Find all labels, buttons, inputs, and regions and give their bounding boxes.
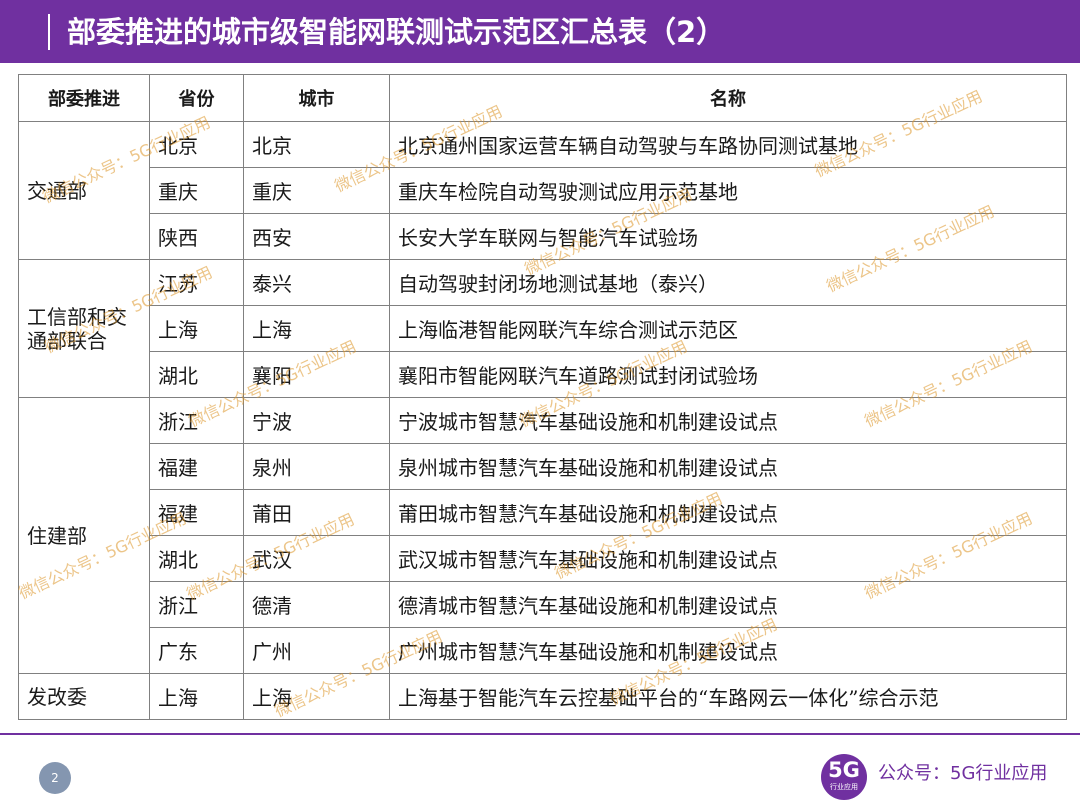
table-row: 交通部 北京 北京 北京通州国家运营车辆自动驾驶与车路协同测试基地 (18, 121, 1067, 260)
footer-account-label: 公众号：5G行业应用 (878, 763, 1048, 784)
city-cell: 武汉 (243, 535, 390, 582)
ministry-cell: 发改委 (18, 673, 150, 720)
province-cell: 湖北 (149, 351, 244, 398)
table-row: 广东 广州 广州城市智慧汽车基础设施和机制建设试点 (19, 627, 1067, 674)
city-cell: 德清 (243, 581, 390, 628)
table-row: 湖北 襄阳 襄阳市智能网联汽车道路测试封闭试验场 (19, 351, 1067, 398)
city-cell: 襄阳 (243, 351, 390, 398)
title-divider (48, 14, 50, 50)
province-cell: 浙江 (149, 581, 244, 628)
province-cell: 重庆 (149, 167, 244, 214)
city-cell: 莆田 (243, 489, 390, 536)
table-row: 浙江 德清 德清城市智慧汽车基础设施和机制建设试点 (19, 581, 1067, 628)
title-bar: 部委推进的城市级智能网联测试示范区汇总表（2） (0, 0, 1080, 63)
province-cell: 广东 (149, 627, 244, 674)
column-header-ministry: 部委推进 (18, 74, 150, 122)
column-header-province: 省份 (149, 74, 244, 122)
site-name-cell: 泉州城市智慧汽车基础设施和机制建设试点 (389, 443, 1067, 490)
province-cell: 北京 (149, 121, 244, 168)
province-cell: 湖北 (149, 535, 244, 582)
table-row: 陕西 西安 长安大学车联网与智能汽车试验场 (19, 213, 1067, 260)
site-name-cell: 广州城市智慧汽车基础设施和机制建设试点 (389, 627, 1067, 674)
site-name-cell: 上海临港智能网联汽车综合测试示范区 (389, 305, 1067, 352)
city-cell: 广州 (243, 627, 390, 674)
city-cell: 泉州 (243, 443, 390, 490)
table-row: 工信部和交通部联合 江苏 泰兴 自动驾驶封闭场地测试基地（泰兴） (18, 259, 1067, 398)
site-name-cell: 德清城市智慧汽车基础设施和机制建设试点 (389, 581, 1067, 628)
site-name-cell: 襄阳市智能网联汽车道路测试封闭试验场 (389, 351, 1067, 398)
ministry-cell: 交通部 (18, 121, 150, 260)
table-row: 住建部 浙江 宁波 宁波城市智慧汽车基础设施和机制建设试点 (18, 397, 1067, 674)
table-row: 福建 泉州 泉州城市智慧汽车基础设施和机制建设试点 (19, 443, 1067, 490)
province-cell: 上海 (149, 673, 244, 720)
table-row: 福建 莆田 莆田城市智慧汽车基础设施和机制建设试点 (19, 489, 1067, 536)
footer-divider (0, 733, 1080, 735)
column-header-name: 名称 (389, 74, 1067, 122)
site-name-cell: 武汉城市智慧汽车基础设施和机制建设试点 (389, 535, 1067, 582)
city-cell: 上海 (243, 673, 390, 720)
logo-subtext: 行业应用 (830, 783, 858, 791)
city-cell: 上海 (243, 305, 390, 352)
site-name-cell: 宁波城市智慧汽车基础设施和机制建设试点 (389, 397, 1067, 444)
brand-logo: 5G 行业应用 (821, 754, 867, 800)
province-cell: 江苏 (149, 259, 244, 306)
ministry-cell: 住建部 (18, 397, 150, 674)
page-title: 部委推进的城市级智能网联测试示范区汇总表（2） (67, 15, 726, 49)
summary-table: 部委推进 省份 城市 名称 交通部 北京 北京 北京通州国家运营车辆自动驾驶与车… (18, 74, 1067, 720)
city-cell: 西安 (243, 213, 390, 260)
province-cell: 陕西 (149, 213, 244, 260)
table-row: 发改委 上海 上海 上海基于智能汽车云控基础平台的“车路网云一体化”综合示范 (18, 673, 1067, 720)
province-cell: 上海 (149, 305, 244, 352)
page-number-badge: 2 (39, 762, 71, 794)
table-header-row: 部委推进 省份 城市 名称 (18, 74, 1067, 122)
province-cell: 福建 (149, 489, 244, 536)
site-name-cell: 自动驾驶封闭场地测试基地（泰兴） (389, 259, 1067, 306)
column-header-city: 城市 (243, 74, 390, 122)
logo-text-5g: 5G (828, 758, 860, 782)
site-name-cell: 重庆车检院自动驾驶测试应用示范基地 (389, 167, 1067, 214)
city-cell: 泰兴 (243, 259, 390, 306)
site-name-cell: 上海基于智能汽车云控基础平台的“车路网云一体化”综合示范 (389, 673, 1067, 720)
city-cell: 重庆 (243, 167, 390, 214)
province-cell: 福建 (149, 443, 244, 490)
province-cell: 浙江 (149, 397, 244, 444)
city-cell: 宁波 (243, 397, 390, 444)
site-name-cell: 北京通州国家运营车辆自动驾驶与车路协同测试基地 (389, 121, 1067, 168)
site-name-cell: 长安大学车联网与智能汽车试验场 (389, 213, 1067, 260)
site-name-cell: 莆田城市智慧汽车基础设施和机制建设试点 (389, 489, 1067, 536)
ministry-cell: 工信部和交通部联合 (18, 259, 150, 398)
table-row: 湖北 武汉 武汉城市智慧汽车基础设施和机制建设试点 (19, 535, 1067, 582)
table-row: 重庆 重庆 重庆车检院自动驾驶测试应用示范基地 (19, 167, 1067, 214)
table-row: 上海 上海 上海临港智能网联汽车综合测试示范区 (19, 305, 1067, 352)
city-cell: 北京 (243, 121, 390, 168)
